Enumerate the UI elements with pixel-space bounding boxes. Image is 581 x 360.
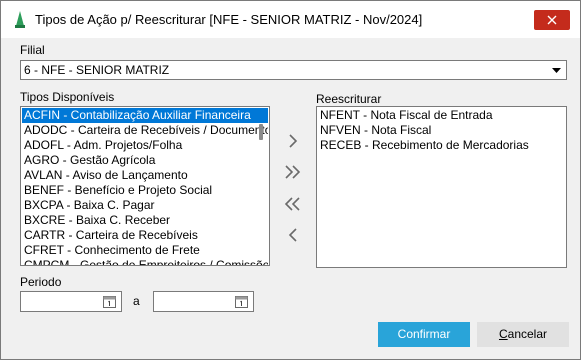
rewrite-type-item[interactable]: RECEB - Recebimento de Mercadorias xyxy=(318,138,565,153)
available-type-item[interactable]: ACFIN - Contabilização Auxiliar Financei… xyxy=(22,108,268,123)
cancel-button[interactable]: Cancelar xyxy=(477,322,569,347)
filial-select[interactable]: 6 - NFE - SENIOR MATRIZ xyxy=(20,60,567,80)
close-icon xyxy=(547,15,557,25)
period-from-field[interactable] xyxy=(20,291,122,312)
available-list-scrollbar[interactable] xyxy=(259,124,263,140)
rewrite-type-item[interactable]: NFVEN - Nota Fiscal xyxy=(318,123,565,138)
available-type-item[interactable]: BXCRE - Baixa C. Receber xyxy=(22,213,268,228)
filial-label: Filial xyxy=(20,43,45,57)
period-to-field[interactable] xyxy=(153,291,254,312)
available-type-item[interactable]: ADODC - Carteira de Recebíveis / Documen… xyxy=(22,123,268,138)
double-chevron-right-icon[interactable] xyxy=(282,161,304,183)
rewrite-label: Reescriturar xyxy=(316,92,382,106)
filial-selected-value: 6 - NFE - SENIOR MATRIZ xyxy=(24,63,170,77)
title-bar: Tipos de Ação p/ Reescriturar [NFE - SEN… xyxy=(1,1,580,38)
calendar-icon[interactable] xyxy=(235,295,248,308)
rewrite-types-list[interactable]: NFENT - Nota Fiscal de Entrada NFVEN - No… xyxy=(316,106,567,268)
available-types-label: Tipos Disponíveis xyxy=(20,90,115,104)
available-type-item[interactable]: BENEF - Benefício e Projeto Social xyxy=(22,183,268,198)
dialog-window: Tipos de Ação p/ Reescriturar [NFE - SEN… xyxy=(0,0,581,360)
cancel-button-accesskey: C xyxy=(498,327,508,341)
window-title: Tipos de Ação p/ Reescriturar [NFE - SEN… xyxy=(35,12,423,27)
available-type-item[interactable]: CMPCM - Gestão de Empreiteiros / Comissõ… xyxy=(22,258,268,265)
calendar-icon[interactable] xyxy=(103,295,116,308)
available-type-item[interactable]: CFRET - Conhecimento de Frete xyxy=(22,243,268,258)
period-separator: a xyxy=(133,294,140,308)
rewrite-type-item[interactable]: NFENT - Nota Fiscal de Entrada xyxy=(318,108,565,123)
confirm-button-label: Confirmar xyxy=(397,327,451,341)
available-type-item[interactable]: ADOFL - Adm. Projetos/Folha xyxy=(22,138,268,153)
app-logo-icon xyxy=(15,11,25,28)
close-button[interactable] xyxy=(534,10,570,30)
available-type-item[interactable]: AGRO - Gestão Agrícola xyxy=(22,153,268,168)
chevron-left-icon[interactable] xyxy=(282,224,304,246)
available-types-list[interactable]: ACFIN - Contabilização Auxiliar Financei… xyxy=(20,106,270,266)
available-type-item[interactable]: AVLAN - Aviso de Lançamento xyxy=(22,168,268,183)
period-label: Periodo xyxy=(20,275,62,289)
confirm-button[interactable]: Confirmar xyxy=(378,322,470,347)
chevron-right-icon[interactable] xyxy=(282,130,304,152)
available-type-item[interactable]: BXCPA - Baixa C. Pagar xyxy=(22,198,268,213)
double-chevron-left-icon[interactable] xyxy=(282,193,304,215)
cancel-button-label: ancelar xyxy=(507,327,548,341)
dropdown-arrow-icon xyxy=(552,68,561,73)
available-type-item[interactable]: CARTR - Carteira de Recebíveis xyxy=(22,228,268,243)
